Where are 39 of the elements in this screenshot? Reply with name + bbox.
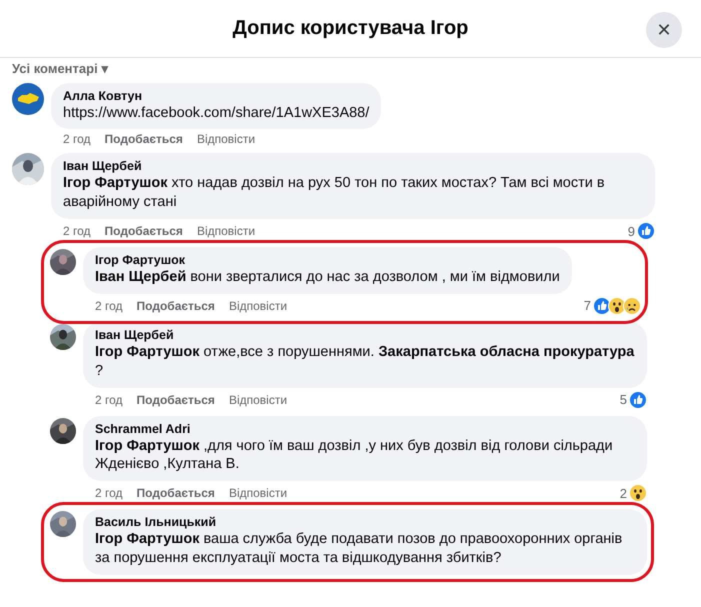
- like-reaction-icon: [637, 222, 655, 240]
- comment-time[interactable]: 2 год: [95, 486, 123, 500]
- comment-text: Ігор Фартушок хто надав дозвіл на рух 50 тон по таких мостах? Там всі мости в аварійному стані: [63, 174, 606, 212]
- map-avatar-icon[interactable]: [12, 82, 44, 114]
- comment-filter-dropdown[interactable]: Усі коментарі ▾: [10, 60, 108, 76]
- like-link[interactable]: Подобається: [136, 298, 215, 313]
- reaction-count[interactable]: 5: [620, 392, 627, 408]
- comment-time[interactable]: 2 год: [63, 132, 91, 146]
- sad-emoji-icon: [623, 296, 641, 315]
- comment-author[interactable]: Василь Ільницький: [95, 515, 635, 530]
- comment-author[interactable]: Ігор Фартушок: [95, 253, 560, 268]
- like-reaction-icon: [629, 390, 647, 409]
- like-link[interactable]: Подобається: [104, 224, 183, 238]
- reply-link[interactable]: Відповісти: [228, 392, 288, 407]
- like-link[interactable]: Подобається: [104, 132, 183, 146]
- close-button[interactable]: ✕: [646, 12, 682, 48]
- comment-time[interactable]: 2 год: [63, 224, 91, 238]
- comment-text: Іван Щербей вони зверталися до нас за дозволом , ми їм відмовили: [95, 268, 560, 287]
- reply-link[interactable]: Відповісти: [196, 132, 256, 146]
- comment-text: Ігор Фартушок ,для чого їм ваш дозвіл ,у них був дозвіл від голови сільради Жденієво ,Култана В.: [95, 436, 614, 474]
- comment-author[interactable]: Алла Ковтун: [63, 88, 370, 102]
- dialog-title: Допис користувача Ігор: [232, 17, 468, 40]
- comment-text: https://www.facebook.com/share/1A1wXE3A88/: [63, 104, 370, 122]
- reaction-count[interactable]: 7: [584, 298, 591, 314]
- comment-author[interactable]: Schrammel Adri: [95, 422, 635, 436]
- comment-text: Ігор Фартушок отже,все з порушеннями. Закарпатська обласна прокуратура ?: [95, 342, 635, 381]
- comment-text: Ігор Фартушок ваша служба буде подавати позов до правоохоронних органів за порушення експлуатації моста та відшкодування збитків?: [95, 530, 624, 568]
- comment-time[interactable]: 2 год: [95, 392, 123, 407]
- reaction-count[interactable]: 2: [620, 486, 627, 501]
- comment-author[interactable]: Іван Щербей: [63, 159, 643, 174]
- reply-link[interactable]: Відповісти: [228, 298, 288, 313]
- comment-time[interactable]: 2 год: [95, 298, 123, 313]
- like-link[interactable]: Подобається: [136, 392, 215, 407]
- like-link[interactable]: Подобається: [136, 486, 215, 500]
- surprised-emoji-icon: [629, 484, 647, 502]
- reply-link[interactable]: Відповісти: [228, 486, 288, 500]
- reaction-count[interactable]: 9: [628, 224, 635, 239]
- reply-link[interactable]: Відповісти: [196, 224, 256, 238]
- comment-author[interactable]: Іван Щербей: [95, 328, 635, 342]
